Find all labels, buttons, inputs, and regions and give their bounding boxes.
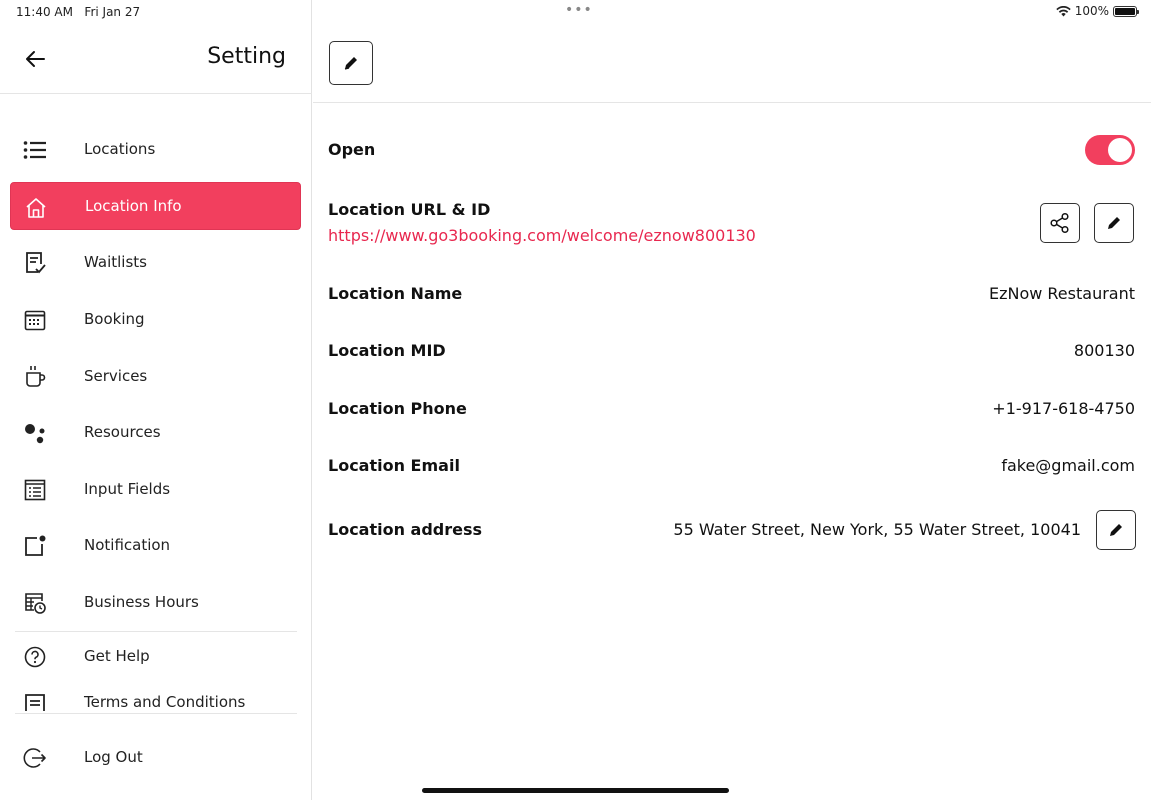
- sidebar-item-business-hours[interactable]: Business Hours: [10, 578, 301, 626]
- location-name-label: Location Name: [328, 284, 463, 303]
- sidebar-item-location-info[interactable]: Location Info: [10, 182, 301, 230]
- share-button[interactable]: [1040, 203, 1080, 243]
- location-address-label: Location address: [328, 520, 483, 539]
- location-phone-label: Location Phone: [328, 399, 467, 418]
- pencil-icon: [1108, 217, 1120, 229]
- open-toggle[interactable]: [1085, 135, 1135, 165]
- sidebar-item-booking[interactable]: Booking: [10, 295, 301, 343]
- location-name-value: EzNow Restaurant: [988, 284, 1135, 303]
- location-mid-label: Location MID: [328, 341, 446, 360]
- sidebar-item-label: Business Hours: [84, 593, 199, 611]
- logout-button[interactable]: Log Out: [10, 733, 301, 781]
- back-button[interactable]: [20, 44, 50, 74]
- form-icon: [22, 477, 48, 503]
- toggle-knob: [1108, 138, 1132, 162]
- sidebar-item-label: Notification: [84, 536, 171, 554]
- sidebar-item-label: Services: [84, 367, 148, 385]
- help-circle-icon: [22, 644, 48, 670]
- sidebar: Setting Locations Location Info Waitlist…: [0, 0, 312, 800]
- location-address-value: 55 Water Street, New York, 55 Water Stre…: [673, 520, 1081, 539]
- sidebar-item-locations[interactable]: Locations: [10, 125, 301, 173]
- sidebar-item-waitlists[interactable]: Waitlists: [10, 238, 301, 286]
- edit-address-button[interactable]: [1096, 510, 1136, 550]
- location-url-label: Location URL & ID: [328, 200, 491, 219]
- divider: [15, 713, 297, 714]
- location-mid-value: 800130: [1073, 341, 1135, 360]
- coffee-cup-icon: [22, 364, 48, 390]
- sidebar-item-get-help[interactable]: Get Help: [10, 632, 301, 680]
- sidebar-item-label: Location Info: [85, 197, 182, 215]
- home-icon: [23, 195, 49, 221]
- sidebar-item-resources[interactable]: Resources: [10, 408, 301, 456]
- edit-url-button[interactable]: [1094, 203, 1134, 243]
- calendar-icon: [22, 307, 48, 333]
- arrow-left-icon: [26, 51, 45, 67]
- sidebar-item-label: Waitlists: [84, 253, 147, 271]
- logout-icon: [22, 745, 48, 771]
- main-content: Open Location URL & ID https://www.go3bo…: [313, 0, 1151, 800]
- sidebar-item-services[interactable]: Services: [10, 352, 301, 400]
- notification-icon: [22, 533, 48, 559]
- pencil-icon: [344, 57, 357, 70]
- logout-label: Log Out: [84, 748, 143, 766]
- document-icon: [22, 691, 48, 711]
- location-phone-value: +1-917-618-4750: [992, 399, 1135, 418]
- list-icon: [22, 137, 48, 163]
- edit-button[interactable]: [329, 41, 373, 85]
- location-email-value: fake@gmail.com: [1001, 456, 1135, 475]
- dots-cluster-icon: [22, 420, 48, 446]
- sidebar-item-label: Resources: [84, 423, 161, 441]
- sidebar-title: Setting: [207, 44, 286, 69]
- sidebar-item-label: Get Help: [84, 647, 150, 665]
- sidebar-item-label: Input Fields: [84, 480, 171, 498]
- sidebar-item-label: Booking: [84, 310, 145, 328]
- share-icon: [1050, 212, 1069, 234]
- location-email-label: Location Email: [328, 456, 460, 475]
- calendar-clock-icon: [22, 590, 48, 616]
- sidebar-item-label: Locations: [84, 140, 156, 158]
- main-toolbar: [313, 24, 1151, 103]
- home-indicator[interactable]: [422, 788, 729, 793]
- sidebar-header: Setting: [0, 24, 312, 94]
- sidebar-item-terms[interactable]: Terms and Conditions: [10, 679, 301, 711]
- sidebar-item-notification[interactable]: Notification: [10, 521, 301, 569]
- pencil-icon: [1110, 524, 1122, 536]
- sidebar-item-input-fields[interactable]: Input Fields: [10, 465, 301, 513]
- open-label: Open: [328, 140, 376, 159]
- sidebar-item-label: Terms and Conditions: [84, 693, 246, 711]
- location-url-link[interactable]: https://www.go3booking.com/welcome/eznow…: [328, 226, 756, 245]
- checklist-icon: [22, 250, 48, 276]
